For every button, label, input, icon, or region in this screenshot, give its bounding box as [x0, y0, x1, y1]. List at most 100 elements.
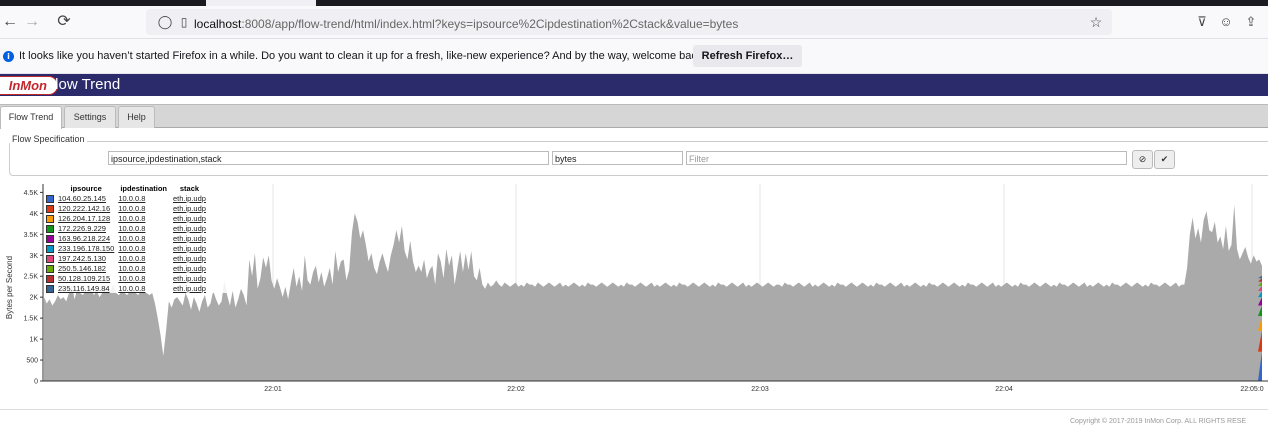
legend-swatch-color	[46, 254, 54, 263]
notification-text: It looks like you haven’t started Firefo…	[19, 50, 706, 62]
y-tick-label: 1K	[29, 337, 38, 344]
legend-ipdestination-link[interactable]: 10.0.0.8	[116, 263, 171, 273]
copyright-text: Copyright © 2017-2019 InMon Corp. ALL RI…	[1070, 418, 1247, 425]
legend-ipdestination-link[interactable]: 10.0.0.8	[116, 253, 171, 263]
legend-swatch-color	[46, 214, 54, 223]
y-tick-label: 3.5K	[24, 232, 39, 239]
legend-ipdestination-link[interactable]: 10.0.0.8	[116, 193, 171, 203]
refresh-firefox-button[interactable]: Refresh Firefox…	[693, 45, 802, 67]
y-axis-label: Bytes per Second	[5, 255, 15, 320]
legend-stack-link[interactable]: eth.ip.udp	[171, 233, 208, 243]
extensions-icon[interactable]: ⇪	[1241, 12, 1261, 32]
legend-row[interactable]: 197.242.5.130 10.0.0.8 eth.ip.udp	[44, 253, 208, 263]
legend-swatch-color	[46, 234, 54, 243]
legend-stack-link[interactable]: eth.ip.udp	[171, 283, 208, 293]
legend-row[interactable]: 50.128.109.215 10.0.0.8 eth.ip.udp	[44, 273, 208, 283]
legend-ipsource-link[interactable]: 104.60.25.145	[56, 193, 116, 203]
chart-legend: ipsource ipdestination stack 104.60.25.1…	[44, 183, 230, 293]
chart-y-ticks: 0 500 1K 1.5K 2K 2.5K 3K 3.5K 4K 4.5K	[24, 190, 43, 386]
legend-header-ipdestination: ipdestination	[120, 183, 167, 193]
legend-swatch	[44, 263, 56, 273]
legend-ipsource-link[interactable]: 172.226.9.229	[56, 223, 116, 233]
legend-stack-link[interactable]: eth.ip.udp	[171, 273, 208, 283]
legend-row[interactable]: 120.222.142.16 10.0.0.8 eth.ip.udp	[44, 203, 208, 213]
url-host: localhost	[194, 17, 242, 31]
legend-swatch-color	[46, 194, 54, 203]
legend-stack-link[interactable]: eth.ip.udp	[171, 253, 208, 263]
legend-ipsource-link[interactable]: 233.196.178.150	[56, 243, 116, 253]
tab-bar: Flow Trend Settings Help	[0, 104, 1268, 129]
legend-ipsource-link[interactable]: 120.222.142.16	[56, 203, 116, 213]
legend-swatch-color	[46, 224, 54, 233]
tab-help[interactable]: Help	[118, 106, 155, 128]
y-tick-label: 1.5K	[24, 316, 39, 323]
legend-row[interactable]: 233.196.178.150 10.0.0.8 eth.ip.udp	[44, 243, 208, 253]
app-title: Flow Trend	[46, 76, 121, 93]
filter-input[interactable]: Filter	[686, 151, 1127, 165]
legend-ipsource-link[interactable]: 197.242.5.130	[56, 253, 116, 263]
legend-ipdestination-link[interactable]: 10.0.0.8	[116, 223, 171, 233]
legend-swatch	[44, 203, 56, 213]
legend-ipdestination-link[interactable]: 10.0.0.8	[116, 203, 171, 213]
keys-input[interactable]: ipsource,ipdestination,stack	[108, 151, 549, 165]
legend-swatch	[44, 283, 56, 293]
x-tick-label: 22:03	[751, 386, 769, 393]
back-icon[interactable]: ←	[0, 12, 20, 32]
legend-stack-link[interactable]: eth.ip.udp	[171, 213, 208, 223]
legend-header-ipsource: ipsource	[70, 183, 102, 193]
legend-stack-link[interactable]: eth.ip.udp	[171, 263, 208, 273]
x-tick-label: 22:04	[995, 386, 1013, 393]
legend-swatch	[44, 223, 56, 233]
y-tick-label: 500	[26, 358, 38, 365]
legend-stack-link[interactable]: eth.ip.udp	[171, 243, 208, 253]
shield-icon[interactable]: ◯	[155, 12, 175, 32]
legend-stack-link[interactable]: eth.ip.udp	[171, 223, 208, 233]
legend-ipdestination-link[interactable]: 10.0.0.8	[116, 273, 171, 283]
submit-check-icon[interactable]: ✔	[1154, 150, 1175, 169]
account-icon[interactable]: ☺	[1216, 12, 1236, 32]
legend-ipdestination-link[interactable]: 10.0.0.8	[116, 233, 171, 243]
legend-row[interactable]: 250.5.146.182 10.0.0.8 eth.ip.udp	[44, 263, 208, 273]
legend-row[interactable]: 235.116.149.84 10.0.0.8 eth.ip.udp	[44, 283, 208, 293]
legend-ipdestination-link[interactable]: 10.0.0.8	[116, 213, 171, 223]
tab-flow-trend[interactable]: Flow Trend	[0, 106, 62, 129]
app-header: InMon Flow Trend	[0, 74, 1268, 96]
pocket-icon[interactable]: ⊽	[1192, 12, 1212, 32]
legend-ipsource-link[interactable]: 163.96.218.224	[56, 233, 116, 243]
legend-ipdestination-link[interactable]: 10.0.0.8	[116, 283, 171, 293]
legend-swatch	[44, 213, 56, 223]
legend-swatch-color	[46, 264, 54, 273]
legend-ipdestination-link[interactable]: 10.0.0.8	[116, 243, 171, 253]
page-icon: ▯	[180, 15, 188, 29]
legend-row[interactable]: 163.96.218.224 10.0.0.8 eth.ip.udp	[44, 233, 208, 243]
reload-icon[interactable]: ⟳	[54, 12, 74, 32]
clear-icon[interactable]: ⊘	[1132, 150, 1153, 169]
legend-ipsource-link[interactable]: 50.128.109.215	[56, 273, 116, 283]
value-input[interactable]: bytes	[552, 151, 683, 165]
legend-ipsource-link[interactable]: 126.204.17.128	[56, 213, 116, 223]
notification-bar: i It looks like you haven’t started Fire…	[0, 39, 1268, 74]
legend-swatch-color	[46, 284, 54, 293]
url-text: localhost:8008/app/flow-trend/html/index…	[194, 17, 738, 31]
url-path: :8008/app/flow-trend/html/index.html?key…	[241, 17, 739, 31]
legend-row[interactable]: 126.204.17.128 10.0.0.8 eth.ip.udp	[44, 213, 208, 223]
legend-stack-link[interactable]: eth.ip.udp	[171, 193, 208, 203]
bookmark-star-icon[interactable]: ☆	[1086, 12, 1106, 32]
browser-toolbar: ← → ⟳ ◯ ▯ localhost:8008/app/flow-trend/…	[0, 6, 1268, 39]
legend-stack-link[interactable]: eth.ip.udp	[171, 203, 208, 213]
legend-swatch	[44, 193, 56, 203]
legend-ipsource-link[interactable]: 235.116.149.84	[56, 283, 116, 293]
tab-settings[interactable]: Settings	[64, 106, 116, 128]
legend-swatch	[44, 243, 56, 253]
y-tick-label: 3K	[29, 253, 38, 260]
forward-icon[interactable]: →	[22, 12, 42, 32]
legend-row[interactable]: 104.60.25.145 10.0.0.8 eth.ip.udp	[44, 193, 208, 203]
legend-swatch	[44, 253, 56, 263]
legend-swatch-color	[46, 244, 54, 253]
legend-swatch	[44, 273, 56, 283]
legend-ipsource-link[interactable]: 250.5.146.182	[56, 263, 116, 273]
legend-header-stack: stack	[179, 183, 200, 193]
legend-row[interactable]: 172.226.9.229 10.0.0.8 eth.ip.udp	[44, 223, 208, 233]
x-tick-label: 22:05:0	[1240, 386, 1263, 393]
y-tick-label: 2K	[29, 295, 38, 302]
